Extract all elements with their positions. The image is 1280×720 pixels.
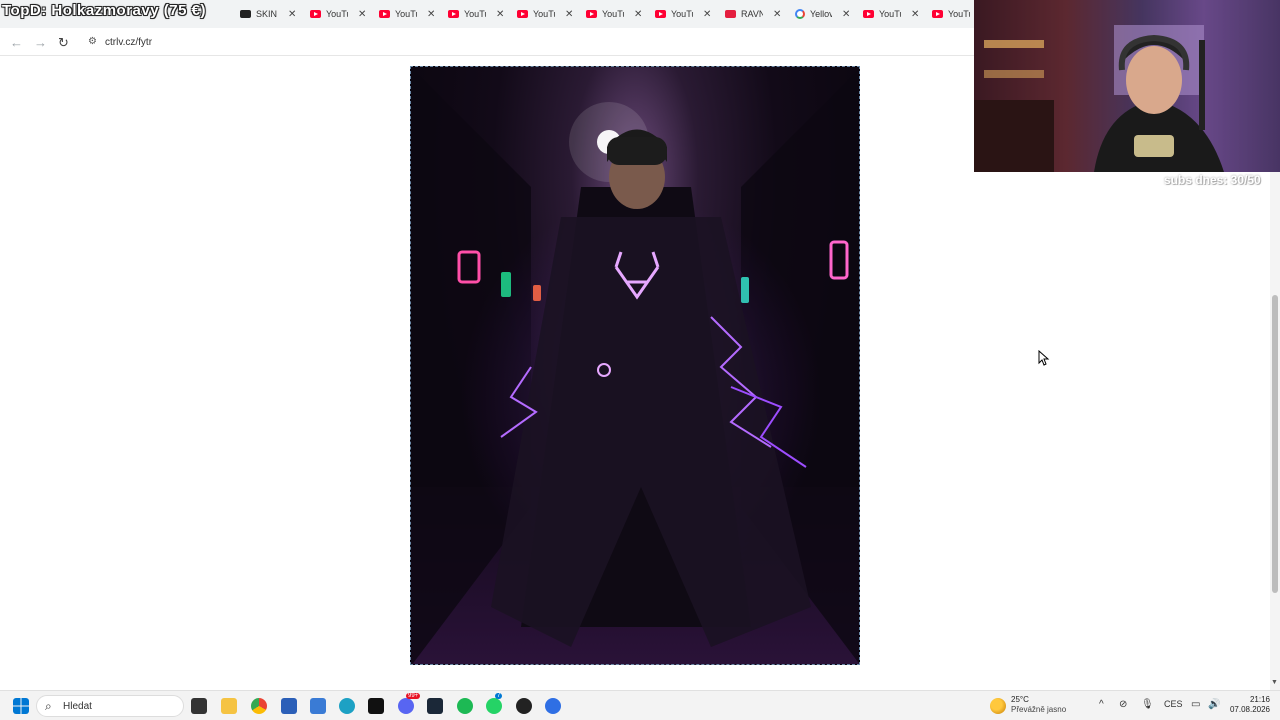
spotify-icon[interactable]: [457, 698, 473, 714]
tab-google[interactable]: Yellov ✕: [795, 4, 850, 24]
tab-label: YouTu: [671, 9, 693, 19]
close-icon[interactable]: ✕: [634, 9, 642, 20]
tab-label: YouTu: [464, 9, 486, 19]
tab-youtube-7[interactable]: YouTu ✕: [863, 4, 919, 24]
taskbar-search[interactable]: ⌕ Hledat: [36, 695, 184, 717]
store-icon[interactable]: [281, 698, 297, 714]
webcam-overlay: [974, 0, 1280, 172]
neon-hero-illustration: [411, 67, 859, 664]
address-bar[interactable]: ctrlv.cz/fytr: [105, 37, 152, 48]
tab-youtube-5[interactable]: YouTu ✕: [586, 4, 642, 24]
file-explorer-icon[interactable]: [221, 698, 237, 714]
youtube-icon: [379, 10, 390, 18]
weather-temp: 25°C: [1011, 695, 1029, 704]
tab-label: YouTu: [533, 9, 555, 19]
close-icon[interactable]: ✕: [427, 9, 435, 20]
steam-icon[interactable]: [427, 698, 443, 714]
scrollbar-thumb[interactable]: [1272, 295, 1278, 593]
close-icon[interactable]: ✕: [842, 9, 850, 20]
notification-badge: 99+: [406, 693, 421, 699]
windows-taskbar: ⌕ Hledat 99+ 7 25°C Převážně jasno ^ ⊘ 🎙…: [0, 690, 1280, 720]
close-icon[interactable]: ✕: [911, 9, 919, 20]
youtube-icon: [863, 10, 874, 18]
edge-icon[interactable]: [339, 698, 355, 714]
google-icon: [795, 9, 805, 19]
youtube-icon: [586, 10, 597, 18]
tab-label: YouTu: [602, 9, 624, 19]
tab-youtube-8[interactable]: YouTu: [932, 4, 970, 24]
whatsapp-icon[interactable]: [486, 698, 502, 714]
display-icon[interactable]: ▭: [1191, 699, 1200, 710]
youtube-icon: [517, 10, 528, 18]
streamer-webcam: [974, 0, 1280, 172]
language-indicator[interactable]: CES: [1164, 699, 1183, 709]
microphone-icon[interactable]: 🎙: [1141, 699, 1154, 710]
system-clock[interactable]: 21:16 07.08.2026: [1226, 695, 1270, 715]
close-icon[interactable]: ✕: [496, 9, 504, 20]
stream-overlay-title: TopD: Holkazmoravy (75 €): [2, 2, 206, 19]
search-icon: ⌕: [45, 699, 52, 713]
poster-image: [410, 66, 860, 665]
tab-label: Yellov: [810, 9, 832, 19]
close-icon[interactable]: ✕: [703, 9, 711, 20]
close-icon[interactable]: ✕: [288, 9, 296, 20]
search-label: Hledat: [63, 701, 92, 712]
app-icon[interactable]: [368, 698, 384, 714]
obs-icon[interactable]: [516, 698, 532, 714]
weather-desc: Převážně jasno: [1011, 705, 1067, 714]
app-icon-blue[interactable]: [545, 698, 561, 714]
volume-icon[interactable]: 🔊: [1208, 699, 1220, 710]
close-icon[interactable]: ✕: [358, 9, 366, 20]
tab-label: YouTu: [395, 9, 417, 19]
close-icon[interactable]: ✕: [565, 9, 573, 20]
tab-label: YouTu: [326, 9, 348, 19]
chrome-icon[interactable]: [251, 698, 267, 714]
tab-ravn[interactable]: RAVN ✕: [725, 4, 781, 24]
clock-time: 21:16: [1249, 695, 1270, 704]
tab-label: SKIN: [256, 9, 278, 19]
reload-icon[interactable]: ↻: [58, 35, 69, 51]
subs-counter: subs dnes: 30/50: [1164, 173, 1261, 187]
tab-label: YouTu: [879, 9, 901, 19]
clock-date: 07.08.2026: [1229, 705, 1270, 714]
ravn-icon: [725, 10, 736, 18]
back-icon[interactable]: ←: [10, 35, 23, 50]
tab-youtube-6[interactable]: YouTu ✕: [655, 4, 711, 24]
youtube-icon: [655, 10, 666, 18]
discord-icon[interactable]: [398, 698, 414, 714]
site-info-icon[interactable]: ⚙: [88, 36, 97, 47]
browser-toolbar: ← → ↻ ⚙ ctrlv.cz/fytr: [0, 28, 980, 56]
scroll-down-icon[interactable]: ▼: [1271, 679, 1278, 686]
whatsapp-badge: 7: [495, 693, 503, 699]
tab-youtube-4[interactable]: YouTu ✕: [517, 4, 573, 24]
network-icon[interactable]: ⊘: [1119, 699, 1127, 710]
skinport-icon: [240, 10, 251, 18]
tab-label: YouTu: [948, 9, 970, 19]
tab-skinport[interactable]: SKIN ✕: [240, 4, 296, 24]
tab-youtube-3[interactable]: YouTu ✕: [448, 4, 504, 24]
tab-youtube-2[interactable]: YouTu ✕: [379, 4, 435, 24]
chevron-up-icon[interactable]: ^: [1099, 699, 1104, 710]
weather-icon[interactable]: [990, 698, 1006, 714]
mouse-cursor-icon: [1038, 350, 1050, 366]
windows-start-icon[interactable]: [13, 698, 29, 714]
youtube-icon: [310, 10, 321, 18]
youtube-icon: [448, 10, 459, 18]
task-view-icon[interactable]: [191, 698, 207, 714]
tab-youtube-1[interactable]: YouTu ✕: [310, 4, 366, 24]
forward-icon[interactable]: →: [34, 35, 47, 50]
tab-label: RAVN: [741, 9, 763, 19]
mail-icon[interactable]: [310, 698, 326, 714]
youtube-icon: [932, 10, 943, 18]
close-icon[interactable]: ✕: [773, 9, 781, 20]
